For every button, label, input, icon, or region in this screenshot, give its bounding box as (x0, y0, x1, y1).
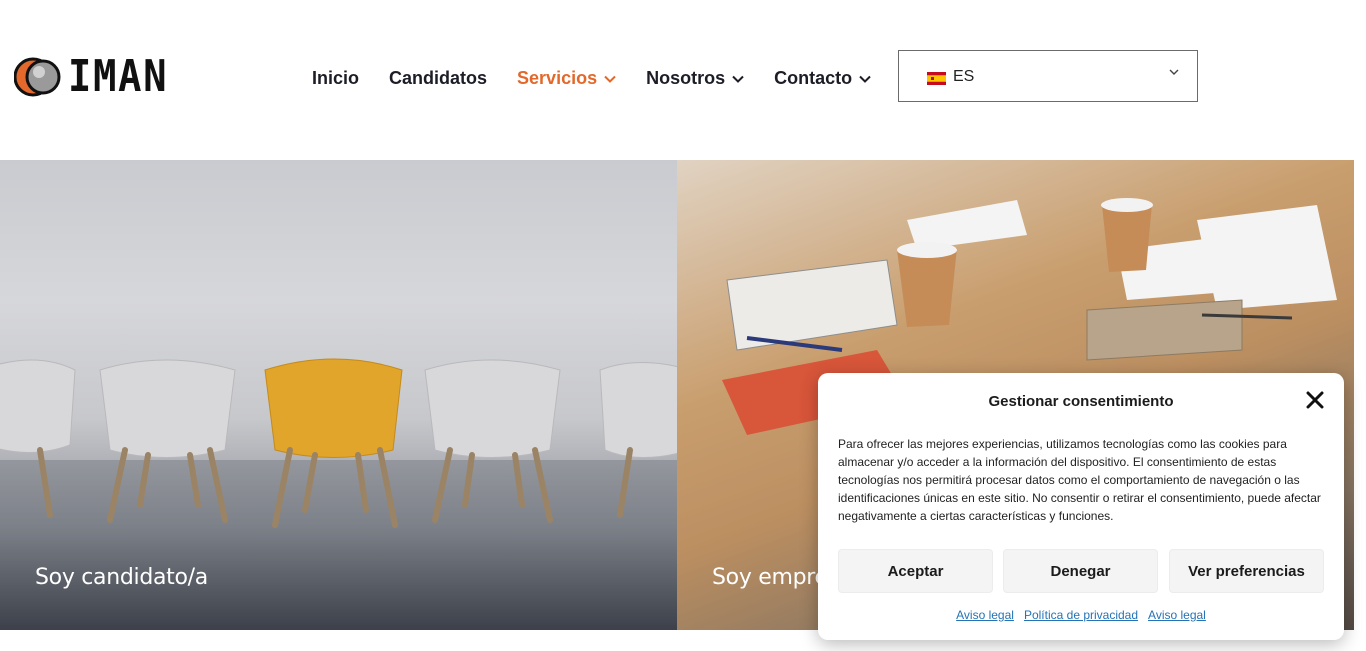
consent-links: Aviso legal Política de privacidad Aviso… (818, 608, 1344, 622)
logo[interactable]: IMAN (14, 51, 182, 102)
chevron-down-icon (604, 75, 616, 83)
consent-title: Gestionar consentimiento (988, 393, 1174, 410)
nav-item-servicios[interactable]: Servicios (517, 68, 616, 89)
chevron-down-icon (1169, 69, 1179, 75)
hero-panel-label: Soy candidato/a (35, 565, 208, 590)
hero-panel-label: Soy empre (712, 565, 828, 590)
nav-item-inicio[interactable]: Inicio (312, 68, 359, 89)
nav-item-candidatos[interactable]: Candidatos (389, 68, 487, 89)
language-selected-label: ES (953, 68, 975, 85)
site-header: IMAN Inicio Candidatos Servicios Nosotro… (0, 0, 1366, 160)
chairs-image (0, 358, 677, 630)
legal-notice-link[interactable]: Aviso legal (956, 608, 1014, 622)
page: IMAN Inicio Candidatos Servicios Nosotro… (0, 0, 1366, 651)
nav-item-label: Candidatos (389, 68, 488, 88)
chevron-down-icon (732, 75, 744, 83)
spain-flag-icon (927, 72, 946, 85)
consent-dialog: Gestionar consentimiento Para ofrecer la… (818, 373, 1344, 640)
logo-text: IMAN (68, 51, 169, 102)
language-select[interactable]: ES (898, 50, 1198, 102)
logo-mark-icon (14, 57, 61, 97)
accept-button[interactable]: Aceptar (838, 549, 993, 593)
nav-item-label: Contacto (774, 68, 853, 88)
nav-item-label: Nosotros (646, 68, 726, 88)
nav-item-contacto[interactable]: Contacto (774, 68, 871, 89)
nav-item-nosotros[interactable]: Nosotros (646, 68, 744, 89)
close-icon[interactable] (1306, 391, 1324, 409)
consent-message: Para ofrecer las mejores experiencias, u… (838, 437, 1321, 523)
chevron-down-icon (859, 75, 871, 83)
view-preferences-button[interactable]: Ver preferencias (1169, 549, 1324, 593)
main-nav: Inicio Candidatos Servicios Nosotros Con… (312, 68, 901, 89)
nav-item-label: Servicios (517, 68, 598, 88)
hero-panel-candidato[interactable]: Soy candidato/a (0, 160, 677, 630)
nav-item-label: Inicio (312, 68, 360, 88)
legal-notice-link[interactable]: Aviso legal (1148, 608, 1206, 622)
deny-button[interactable]: Denegar (1003, 549, 1158, 593)
privacy-policy-link[interactable]: Política de privacidad (1024, 608, 1138, 622)
